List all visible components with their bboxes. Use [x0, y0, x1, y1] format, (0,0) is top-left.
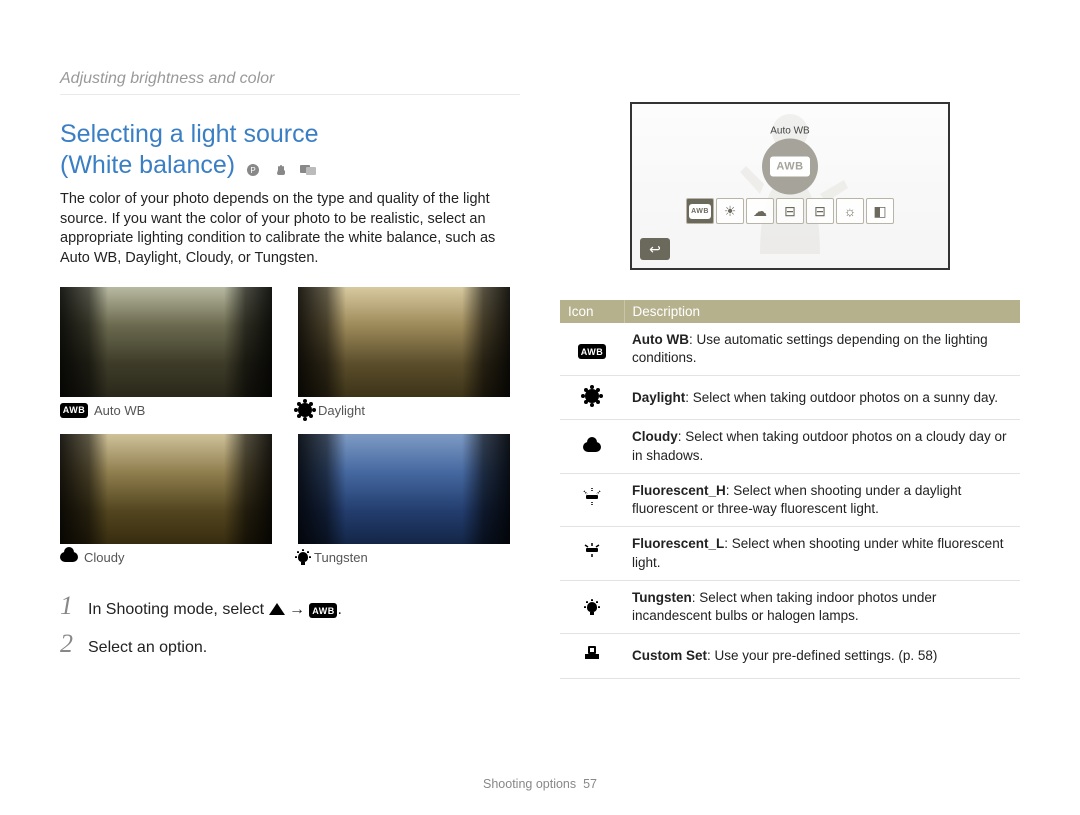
thumb-daylight: Daylight: [298, 287, 520, 418]
camera-preview: Auto WB AWB AWB ☀ ☁ ⊟ ⊟ ☼ ◧ ↩: [630, 102, 950, 270]
table-row: Fluorescent_L: Select when shooting unde…: [560, 527, 1020, 580]
row-term: Tungsten: [632, 590, 692, 605]
intro-text: The color of your photo depends on the t…: [60, 190, 520, 268]
sample-image-cloudy: [60, 434, 272, 544]
back-arrow-icon: ↩: [649, 241, 661, 258]
step-1: 1 In Shooting mode, select → AWB.: [60, 591, 520, 621]
title-mode-icons: P: [242, 151, 316, 182]
bulb-icon: ☼: [844, 203, 857, 219]
table-row: AWB Auto WB: Use automatic settings depe…: [560, 323, 1020, 376]
row-term: Auto WB: [632, 332, 689, 347]
wb-option-strip: AWB ☀ ☁ ⊟ ⊟ ☼ ◧: [686, 198, 894, 224]
row-desc: : Use your pre-defined settings. (p. 58): [707, 648, 937, 663]
custom-icon: ◧: [873, 203, 886, 220]
strip-awb[interactable]: AWB: [686, 198, 714, 224]
sun-icon: [585, 389, 599, 403]
bulb-icon: [587, 602, 597, 612]
row-term: Fluorescent_H: [632, 483, 726, 498]
breadcrumb: Adjusting brightness and color: [60, 70, 520, 95]
fluorescent-l-icon: ⊟: [814, 203, 826, 220]
thumb-tungsten: Tungsten: [298, 434, 520, 565]
wb-bubble-label: Auto WB: [762, 125, 818, 136]
strip-tungsten[interactable]: ☼: [836, 198, 864, 224]
cloud-icon: [60, 552, 78, 562]
title-line2: (White balance): [60, 151, 235, 179]
row-desc: : Select when taking outdoor photos on a…: [685, 390, 998, 405]
strip-custom[interactable]: ◧: [866, 198, 894, 224]
awb-icon: AWB: [309, 603, 337, 618]
step-1-prefix: In Shooting mode, select: [88, 601, 269, 618]
icon-description-table: Icon Description AWB Auto WB: Use automa…: [560, 300, 1020, 679]
cloud-icon: ☁: [753, 203, 767, 220]
table-row: Daylight: Select when taking outdoor pho…: [560, 376, 1020, 420]
thumb-label: Auto WB: [94, 403, 145, 418]
svg-text:P: P: [250, 166, 255, 175]
arrow-icon: →: [289, 601, 309, 618]
custom-icon: [582, 642, 602, 662]
fluorescent-h-icon: ⊟: [784, 203, 796, 220]
sample-image-daylight: [298, 287, 510, 397]
awb-icon: AWB: [60, 403, 88, 418]
fluorescent-h-icon: [581, 488, 603, 506]
awb-icon: AWB: [578, 344, 606, 359]
up-triangle-icon: [269, 603, 285, 615]
thumbnail-grid: AWB Auto WB Daylight Cloudy: [60, 287, 520, 565]
step-2: 2 Select an option.: [60, 629, 520, 659]
table-header-icon: Icon: [560, 300, 624, 323]
title-line1: Selecting a light source: [60, 120, 318, 148]
row-desc: : Select when taking outdoor photos on a…: [632, 429, 1006, 462]
table-header-description: Description: [624, 300, 1020, 323]
sample-image-auto-wb: [60, 287, 272, 397]
table-row: Cloudy: Select when taking outdoor photo…: [560, 420, 1020, 473]
back-button[interactable]: ↩: [640, 238, 670, 260]
wb-bubble-awb-icon: AWB: [762, 138, 818, 194]
step-number: 1: [60, 591, 78, 621]
fluorescent-l-icon: [581, 541, 603, 559]
mode-hand-icon: [275, 163, 289, 177]
table-row: Custom Set: Use your pre-defined setting…: [560, 634, 1020, 679]
sample-image-tungsten: [298, 434, 510, 544]
footer-section: Shooting options: [483, 777, 576, 791]
row-term: Fluorescent_L: [632, 536, 724, 551]
thumb-cloudy: Cloudy: [60, 434, 282, 565]
strip-fluorescent-l[interactable]: ⊟: [806, 198, 834, 224]
cloud-icon: [583, 442, 601, 452]
thumb-label: Cloudy: [84, 550, 124, 565]
sun-icon: [298, 403, 312, 417]
thumb-label: Tungsten: [314, 550, 368, 565]
sun-icon: ☀: [724, 203, 737, 220]
bulb-icon: [298, 552, 308, 562]
awb-icon: AWB: [689, 204, 711, 219]
step-number: 2: [60, 629, 78, 659]
mode-dual-icon: [300, 163, 316, 177]
page-title: Selecting a light source (White balance)…: [60, 119, 520, 182]
thumb-auto-wb: AWB Auto WB: [60, 287, 282, 418]
mode-p-icon: P: [246, 163, 264, 177]
strip-cloudy[interactable]: ☁: [746, 198, 774, 224]
wb-selection-bubble: Auto WB AWB: [762, 125, 818, 194]
row-term: Custom Set: [632, 648, 707, 663]
step-2-text: Select an option.: [88, 639, 207, 657]
footer-page-number: 57: [583, 777, 597, 791]
thumb-label: Daylight: [318, 403, 365, 418]
table-row: Tungsten: Select when taking indoor phot…: [560, 580, 1020, 633]
strip-fluorescent-h[interactable]: ⊟: [776, 198, 804, 224]
steps-list: 1 In Shooting mode, select → AWB. 2 Sele…: [60, 591, 520, 659]
strip-daylight[interactable]: ☀: [716, 198, 744, 224]
table-row: Fluorescent_H: Select when shooting unde…: [560, 473, 1020, 526]
row-term: Cloudy: [632, 429, 678, 444]
row-term: Daylight: [632, 390, 685, 405]
page-footer: Shooting options 57: [0, 777, 1080, 791]
